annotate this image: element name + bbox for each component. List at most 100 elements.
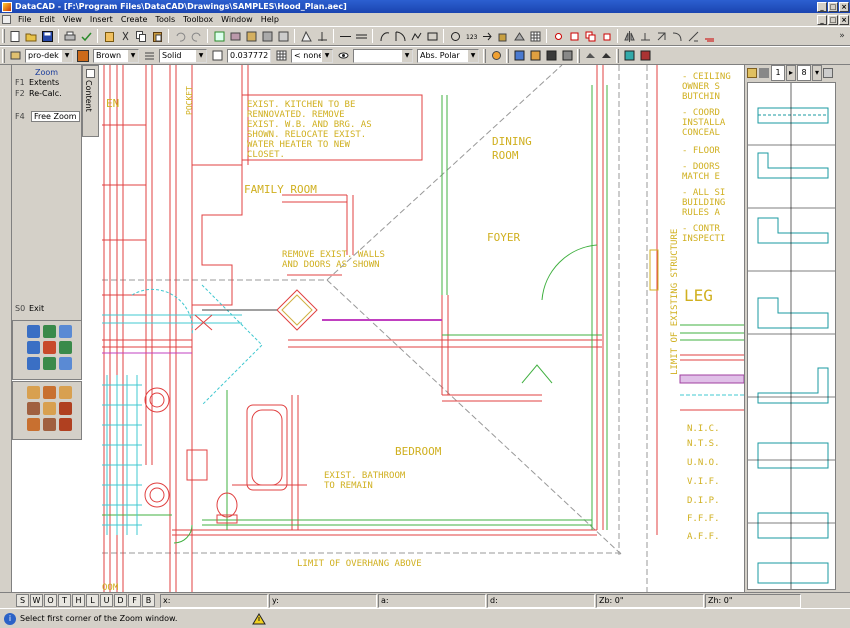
new-file-icon[interactable]: [8, 29, 22, 43]
menu-window[interactable]: Window: [217, 15, 257, 24]
fillet-icon[interactable]: [670, 29, 684, 43]
doc-close-button[interactable]: ×: [839, 14, 849, 25]
chevron-down-icon[interactable]: ▾: [812, 65, 822, 81]
layer-manager-icon[interactable]: [228, 29, 242, 43]
save-icon[interactable]: [40, 29, 54, 43]
linetype-select[interactable]: Solid ▼: [159, 48, 207, 63]
close-button[interactable]: ×: [839, 1, 849, 12]
page-number-field[interactable]: 1: [771, 65, 785, 81]
number-sequence-icon[interactable]: 123: [464, 29, 478, 43]
zoom-in-icon[interactable]: [27, 325, 40, 338]
toolbar-grip[interactable]: [2, 29, 5, 43]
paste-icon[interactable]: [150, 29, 164, 43]
layer-tab-t[interactable]: T: [58, 594, 71, 607]
zoom-out-icon[interactable]: [27, 357, 40, 370]
zoom-window-icon[interactable]: [59, 325, 72, 338]
layer-tab-o[interactable]: O: [44, 594, 57, 607]
grid-view-icon[interactable]: [823, 68, 833, 78]
layer-tab-b[interactable]: B: [142, 594, 155, 607]
doc-minimize-button[interactable]: _: [817, 14, 827, 25]
figure-tool-icon[interactable]: [43, 386, 56, 399]
open-folder-icon[interactable]: [24, 29, 38, 43]
clipboard-icon[interactable]: [102, 29, 116, 43]
insert-symbol-icon[interactable]: [299, 29, 313, 43]
menu-file[interactable]: File: [14, 15, 35, 24]
menu-item-recalc[interactable]: F2 Re-Calc.: [12, 88, 81, 99]
copy-icon[interactable]: [134, 29, 148, 43]
house-tool-icon[interactable]: [27, 386, 40, 399]
furniture-tool-icon[interactable]: [59, 418, 72, 431]
copy-entity-icon[interactable]: [583, 29, 597, 43]
pan-down-icon[interactable]: [43, 357, 56, 370]
maximize-button[interactable]: □: [828, 1, 838, 12]
model-3d-icon[interactable]: [622, 49, 636, 63]
clip-cube-icon[interactable]: [260, 29, 274, 43]
menu-toolbox[interactable]: Toolbox: [179, 15, 217, 24]
zoom-extents-icon[interactable]: [43, 341, 56, 354]
menu-item-exit[interactable]: S0 Exit: [12, 303, 44, 314]
pan-left-icon[interactable]: [27, 341, 40, 354]
layer-tab-f[interactable]: F: [128, 594, 141, 607]
material-icon[interactable]: [638, 49, 652, 63]
walkthrough-icon[interactable]: [583, 49, 597, 63]
stair-tool-icon[interactable]: [27, 418, 40, 431]
window-tool-icon[interactable]: [43, 402, 56, 415]
zoom-up-icon[interactable]: [43, 325, 56, 338]
move-entity-icon[interactable]: [599, 29, 613, 43]
wall-tool-icon[interactable]: [43, 418, 56, 431]
view-select[interactable]: ▼: [353, 48, 413, 63]
door-swing-icon[interactable]: [393, 29, 407, 43]
cut-icon[interactable]: [118, 29, 132, 43]
undo-icon[interactable]: [173, 29, 187, 43]
toolbar-grip[interactable]: [577, 48, 580, 63]
cabinet-tool-icon[interactable]: [27, 402, 40, 415]
toolbar-grip[interactable]: [2, 48, 5, 63]
page-count-field[interactable]: 8: [797, 65, 811, 81]
grid-icon[interactable]: [528, 29, 542, 43]
menu-tools[interactable]: Tools: [151, 15, 179, 24]
layer-tab-d[interactable]: D: [114, 594, 127, 607]
object-snap-icon[interactable]: [567, 29, 581, 43]
rotate-icon[interactable]: [654, 29, 668, 43]
drawing-canvas[interactable]: EXIST. KITCHEN TO BE RENNOVATED. REMOVE …: [102, 65, 744, 592]
symbol-browser-icon[interactable]: [244, 29, 258, 43]
toolbar-grip[interactable]: [506, 48, 509, 63]
menu-insert[interactable]: Insert: [86, 15, 117, 24]
line-icon[interactable]: [338, 29, 352, 43]
layer-tab-w[interactable]: W: [30, 594, 43, 607]
toolbar-grip[interactable]: [616, 48, 619, 63]
door-tool-icon[interactable]: [59, 402, 72, 415]
line-weight-select[interactable]: 0.037772: [227, 48, 271, 63]
print-icon[interactable]: [63, 29, 77, 43]
tape-measure-icon[interactable]: [489, 49, 503, 63]
layer-tab-l[interactable]: L: [86, 594, 99, 607]
layer-tab-u[interactable]: U: [100, 594, 113, 607]
mirror-icon[interactable]: [622, 29, 636, 43]
toolbar-grip[interactable]: [483, 48, 486, 63]
hide-icon[interactable]: [544, 49, 558, 63]
layer-tab-s[interactable]: S: [16, 594, 29, 607]
polyline-icon[interactable]: [409, 29, 423, 43]
double-line-icon[interactable]: [354, 29, 368, 43]
color-swatch[interactable]: [77, 49, 89, 62]
redo-icon[interactable]: [189, 29, 203, 43]
wireframe-icon[interactable]: [560, 49, 574, 63]
menu-view[interactable]: View: [59, 15, 86, 24]
zoom-window-icon[interactable]: [212, 29, 226, 43]
folder-icon[interactable]: [747, 68, 757, 78]
spell-check-icon[interactable]: [79, 29, 93, 43]
color-select[interactable]: Brown ▼: [93, 48, 139, 63]
roof-tool-icon[interactable]: [59, 386, 72, 399]
lock-icon[interactable]: [759, 68, 769, 78]
snap-icon[interactable]: [551, 29, 565, 43]
layer-select[interactable]: pro-dek ▼: [25, 48, 73, 63]
arrow-icon[interactable]: [480, 29, 494, 43]
coord-mode-select[interactable]: Abs. Polar ▼: [417, 48, 479, 63]
menu-item-free-zoom[interactable]: F4 Free Zoom: [12, 111, 81, 122]
vertical-scrollbar[interactable]: [837, 65, 850, 592]
menu-help[interactable]: Help: [257, 15, 283, 24]
minimize-button[interactable]: _: [817, 1, 827, 12]
more-tools-icon[interactable]: »: [835, 29, 849, 43]
render-icon[interactable]: [512, 49, 526, 63]
menu-create[interactable]: Create: [117, 15, 152, 24]
